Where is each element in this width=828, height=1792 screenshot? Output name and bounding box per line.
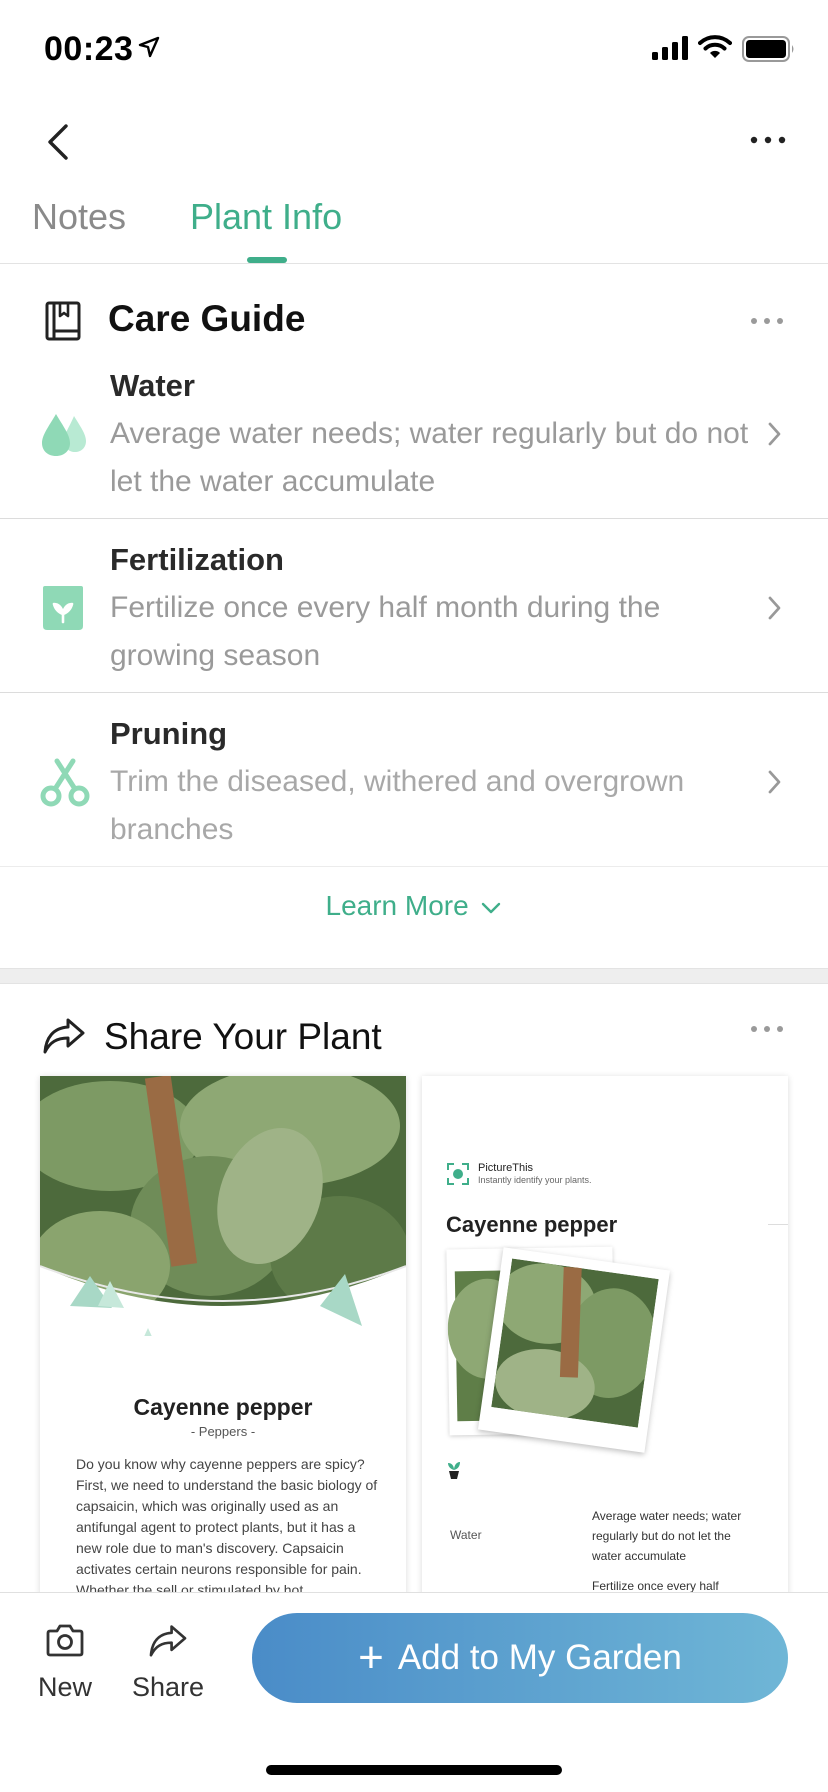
care-item-title: Pruning — [110, 716, 228, 751]
card-fun-fact: Do you know why cayenne peppers are spic… — [76, 1456, 378, 1596]
plant-photo — [491, 1258, 659, 1428]
share-card-template-1[interactable]: Cayenne pepper - Peppers - Do you know w… — [40, 1076, 406, 1596]
divider — [0, 866, 828, 867]
share-arrow-icon — [43, 1018, 85, 1054]
status-bar: 00:23 — [0, 0, 828, 100]
share-arrow-icon — [149, 1625, 187, 1657]
water-label: Water — [450, 1528, 482, 1542]
card-plant-name: Cayenne pepper — [446, 1212, 618, 1237]
plus-icon: + — [358, 1633, 384, 1682]
learn-more-label: Learn More — [325, 890, 469, 921]
care-item-title: Fertilization — [110, 542, 284, 577]
potted-plant-icon — [448, 1462, 460, 1479]
new-label: New — [37, 1672, 92, 1702]
water-drops-icon — [42, 414, 86, 456]
care-guide-more-icon[interactable] — [748, 314, 786, 328]
care-guide-title: Care Guide — [108, 298, 306, 339]
water-text: Average water needs; water regularly but… — [592, 1509, 742, 1563]
tab-plant-info[interactable]: Plant Info — [190, 196, 342, 238]
camera-icon — [46, 1624, 84, 1657]
card-plant-name: Cayenne pepper — [133, 1394, 313, 1420]
tab-divider — [0, 263, 828, 264]
card-plant-family: - Peppers - — [190, 1424, 256, 1439]
divider — [768, 1224, 788, 1225]
picturethis-logo-icon — [447, 1163, 469, 1185]
new-button[interactable]: New — [30, 1623, 100, 1703]
care-item-pruning[interactable]: Pruning Trim the diseased, withered and … — [0, 712, 828, 866]
fertilizer-bag-icon — [43, 586, 83, 630]
scissors-icon — [40, 758, 90, 807]
more-options-icon[interactable] — [744, 128, 792, 152]
add-to-my-garden-button[interactable]: + Add to My Garden — [252, 1613, 788, 1703]
brand-tagline: Instantly identify your plants. — [478, 1175, 592, 1185]
wifi-icon — [698, 35, 732, 58]
learn-more-button[interactable]: Learn More — [0, 890, 828, 922]
status-time: 00:23 — [44, 30, 134, 68]
home-indicator — [266, 1765, 562, 1775]
section-separator — [0, 968, 828, 984]
chevron-right-icon — [768, 422, 781, 446]
care-item-fertilization[interactable]: Fertilization Fertilize once every half … — [0, 538, 828, 692]
care-item-title: Water — [110, 368, 195, 403]
share-card-template-2[interactable]: PictureThis Instantly identify your plan… — [422, 1076, 788, 1596]
back-chevron-icon[interactable] — [40, 118, 80, 166]
divider — [0, 692, 828, 693]
share-more-icon[interactable] — [748, 1022, 786, 1036]
chevron-right-icon — [768, 770, 781, 794]
plant-photo — [40, 1076, 406, 1336]
location-arrow-icon — [138, 36, 160, 58]
brand-name: PictureThis — [478, 1162, 534, 1174]
battery-icon — [742, 36, 794, 62]
care-item-description: Trim the diseased, withered and overgrow… — [110, 765, 685, 846]
share-your-plant-title: Share Your Plant — [104, 1016, 382, 1057]
share-label: Share — [131, 1672, 205, 1702]
divider — [0, 518, 828, 519]
add-to-my-garden-label: Add to My Garden — [397, 1638, 682, 1677]
photo-frame-front — [478, 1247, 670, 1453]
tab-notes[interactable]: Notes — [32, 196, 126, 238]
share-button[interactable]: Share — [128, 1623, 208, 1703]
care-item-description: Average water needs; water regularly but… — [110, 417, 749, 498]
cellular-signal-icon — [652, 36, 688, 60]
bottom-action-bar: New Share + Add to My Garden — [0, 1592, 828, 1792]
chevron-down-icon — [482, 902, 501, 913]
chevron-right-icon — [768, 596, 781, 620]
care-item-water[interactable]: Water Average water needs; water regular… — [0, 364, 828, 518]
care-item-description: Fertilize once every half month during t… — [110, 591, 661, 672]
book-icon — [45, 301, 81, 341]
